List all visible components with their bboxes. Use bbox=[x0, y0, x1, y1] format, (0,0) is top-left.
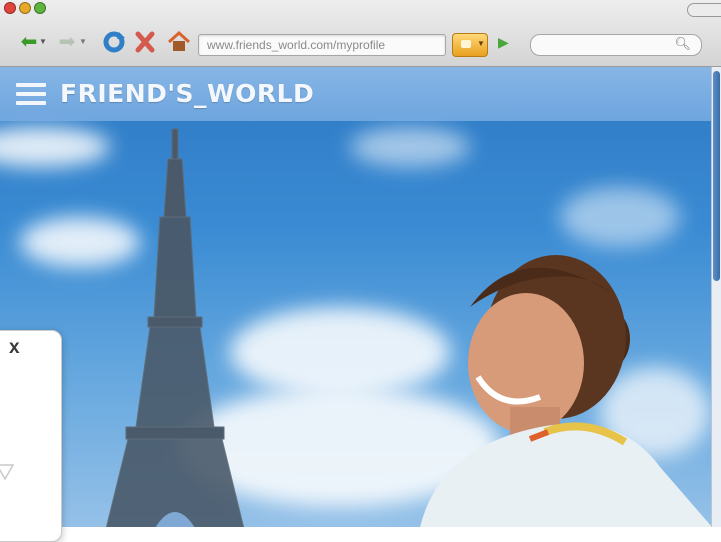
brand-logo[interactable]: FRIEND'S_WORLD bbox=[60, 79, 314, 108]
forward-arrow-icon[interactable]: ➡ bbox=[54, 30, 80, 54]
search-icon[interactable]: 🔍︎ bbox=[674, 36, 691, 52]
popup-tail-icon bbox=[0, 464, 15, 481]
home-icon[interactable] bbox=[166, 30, 192, 54]
go-arrow-icon[interactable]: ▶ bbox=[498, 34, 509, 51]
app-header: FRIEND'S_WORLD bbox=[0, 67, 712, 121]
hamburger-menu-icon[interactable] bbox=[16, 83, 46, 105]
zoom-window-button[interactable] bbox=[34, 2, 46, 14]
eiffel-tower bbox=[105, 128, 245, 527]
vertical-scrollbar[interactable] bbox=[711, 67, 721, 527]
web-page: FRIEND'S_WORLD bbox=[0, 67, 712, 527]
stop-icon[interactable] bbox=[134, 30, 156, 54]
rss-feed-icon[interactable]: ▼ bbox=[452, 33, 488, 57]
scrollbar-thumb[interactable] bbox=[713, 71, 720, 281]
reload-icon[interactable] bbox=[100, 30, 128, 54]
address-bar[interactable]: www.friends_world.com/myprofile bbox=[198, 34, 446, 56]
browser-chrome: ⬅ ▼ ➡ ▼ www.friends_world.com/myprofile … bbox=[0, 0, 721, 67]
chat-popup: x n n bbox=[0, 330, 62, 542]
search-field[interactable]: 🔍︎ bbox=[530, 34, 702, 56]
profile-photo bbox=[0, 67, 712, 527]
photo-illustration bbox=[105, 128, 712, 527]
toolbar-toggle-button[interactable] bbox=[687, 3, 721, 17]
navigation-toolbar: ⬅ ▼ ➡ ▼ www.friends_world.com/myprofile … bbox=[0, 26, 721, 60]
back-history-dropdown-icon[interactable]: ▼ bbox=[38, 30, 48, 54]
minimize-window-button[interactable] bbox=[19, 2, 31, 14]
close-icon[interactable]: x bbox=[9, 337, 20, 359]
close-window-button[interactable] bbox=[4, 2, 16, 14]
girl-figure bbox=[420, 255, 712, 527]
forward-history-dropdown-icon[interactable]: ▼ bbox=[78, 30, 88, 54]
address-url: www.friends_world.com/myprofile bbox=[207, 38, 386, 52]
rss-dropdown-icon[interactable]: ▼ bbox=[477, 39, 485, 48]
